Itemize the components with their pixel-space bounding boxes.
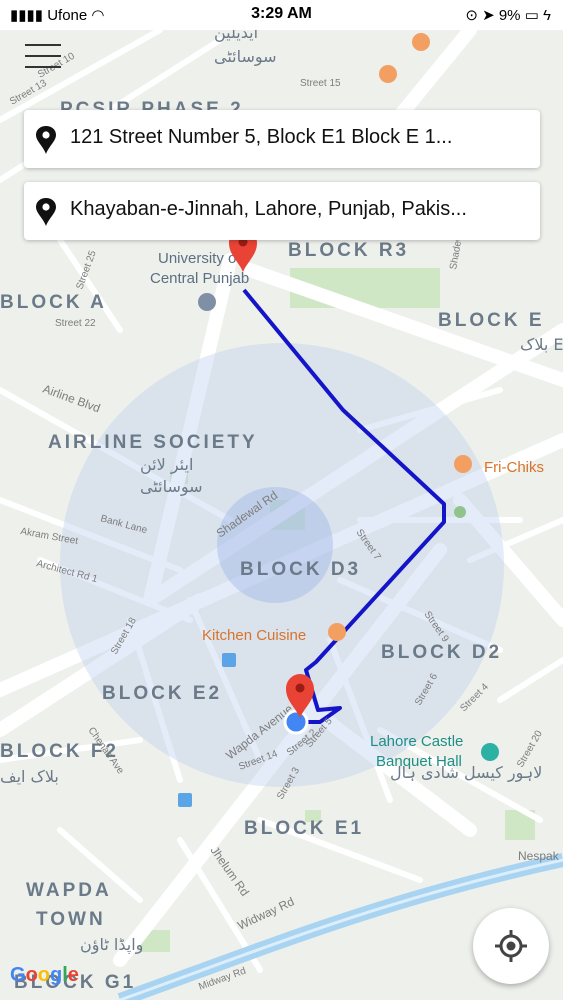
area-label: BLOCK D2 [381,642,502,663]
urdu-label: سوسائٹی [140,477,203,497]
google-attribution: Google [10,964,79,986]
urdu-label: سوسائٹی [214,47,277,67]
wedding-hall-icon [481,743,499,761]
restaurant-icon [412,33,430,51]
area-label: AIRLINE SOCIETY [48,432,258,453]
area-label: BLOCK E2 [102,683,222,704]
street-label: Nespak [518,849,560,863]
current-location-dot [283,709,309,735]
street-label: Street 22 [55,318,96,329]
place-label: Banquet Hall [376,753,462,770]
menu-icon[interactable] [25,44,61,68]
status-right: ⊙ ➤ 9% ▭ ϟ [465,6,551,24]
place-label: University of [158,250,241,267]
area-label: BLOCK E [438,310,545,331]
urdu-label: ایئر لائن [140,455,193,475]
urdu-label: بلاک ایف [0,767,59,786]
location-pin-icon [36,126,56,154]
park-marker-icon [454,506,466,518]
orientation-lock-icon: ⊙ [465,7,478,24]
charging-icon: ϟ [543,7,551,24]
school-icon [198,293,216,311]
area-label: WAPDA [26,880,112,901]
origin-address: 121 Street Number 5, Block E1 Block E 1.… [70,126,453,148]
place-label: Lahore Castle [370,733,463,750]
restaurant-icon [379,65,397,83]
urdu-label: واپڈا ٹاؤن [80,935,143,955]
inner-accuracy-circle [217,487,333,603]
battery-percentage: 9% [498,7,521,24]
bus-stop-icon [222,653,236,667]
area-label: BLOCK D3 [240,559,361,580]
area-label: TOWN [36,909,106,930]
area-label: BLOCK A [0,292,107,313]
street-label: Street 15 [300,78,341,89]
battery-icon: ▭ [524,7,539,24]
place-label: Kitchen Cuisine [202,627,306,644]
destination-search-field[interactable]: Khayaban-e-Jinnah, Lahore, Punjab, Pakis… [24,182,540,240]
origin-search-field[interactable]: 121 Street Number 5, Block E1 Block E 1.… [24,110,540,168]
place-label: Central Punjab [150,270,249,287]
destination-address: Khayaban-e-Jinnah, Lahore, Punjab, Pakis… [70,198,467,220]
restaurant-icon [328,623,346,641]
area-label: BLOCK R3 [288,240,409,261]
location-pin-icon [36,198,56,226]
urdu-label: بلاک E [520,335,563,354]
my-location-icon [495,930,527,962]
status-bar: ▮▮▮▮ Ufone ◠ 3:29 AM ⊙ ➤ 9% ▭ ϟ [0,0,563,30]
restaurant-icon [454,455,472,473]
place-label: Fri-Chiks [484,459,544,476]
area-label: BLOCK E1 [244,818,364,839]
location-arrow-icon: ➤ [482,7,495,24]
my-location-button[interactable] [473,908,549,984]
bus-stop-icon [178,793,192,807]
